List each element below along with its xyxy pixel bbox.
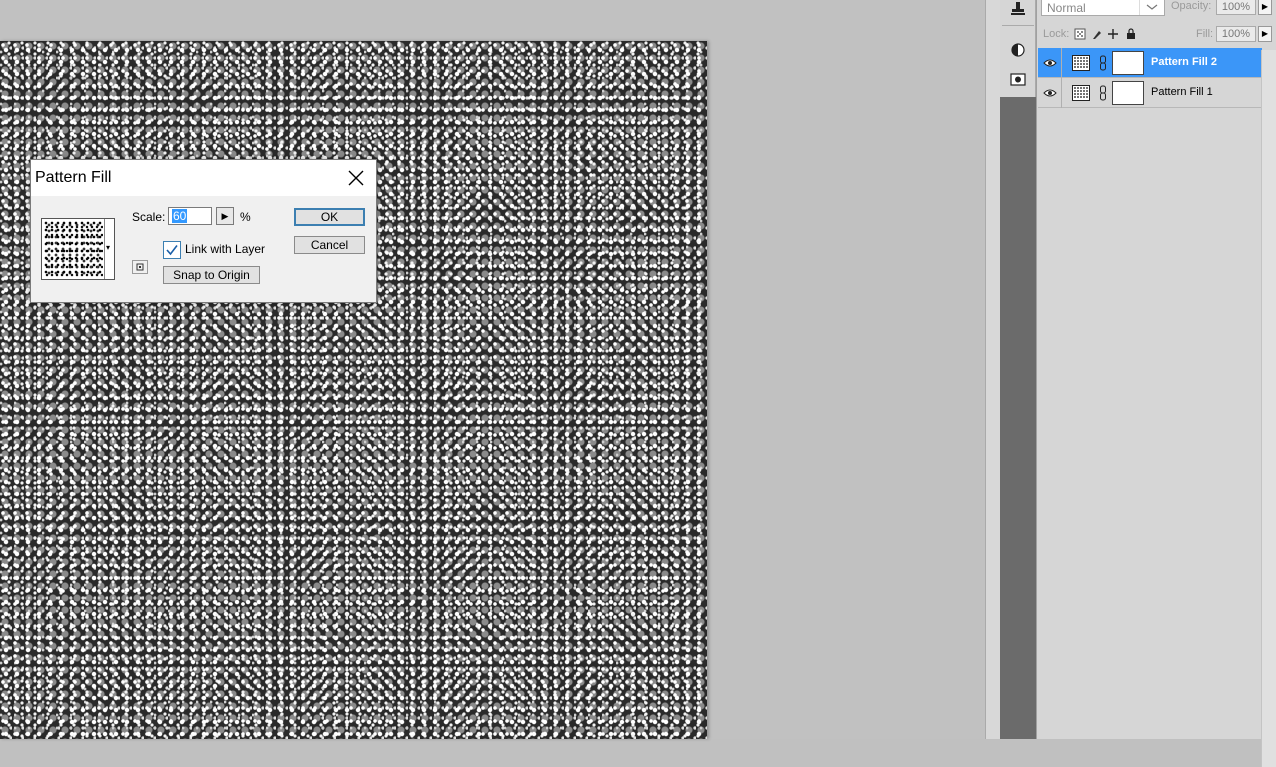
pattern-preview: [44, 221, 103, 277]
link-icon[interactable]: [1099, 55, 1107, 71]
dialog-title: Pattern Fill: [35, 169, 112, 186]
lock-label: Lock:: [1043, 28, 1070, 40]
pattern-fill-icon: [1072, 55, 1090, 71]
layer-row-pattern-fill-2[interactable]: Pattern Fill 2: [1038, 48, 1262, 78]
panel-collapse-strip: [985, 0, 1001, 739]
eye-icon[interactable]: [1043, 87, 1057, 99]
chevron-down-icon[interactable]: ▾: [106, 243, 110, 252]
link-with-layer-checkbox[interactable]: [163, 241, 181, 259]
ok-button[interactable]: OK: [294, 208, 365, 226]
link-icon[interactable]: [1099, 85, 1107, 101]
pattern-picker[interactable]: ▾: [41, 218, 115, 280]
cancel-button[interactable]: Cancel: [294, 236, 365, 254]
layer-mask-thumbnail[interactable]: [1112, 81, 1144, 105]
pattern-fill-dialog: Pattern Fill ▾ Scale: 60 ▶ % Link with L…: [30, 159, 377, 303]
scale-slider-button[interactable]: ▶: [216, 207, 234, 225]
checkmark-icon: [166, 245, 178, 256]
adjustment-icon[interactable]: [1009, 41, 1027, 59]
pattern-fill-icon: [1072, 85, 1090, 101]
close-icon[interactable]: [344, 166, 368, 190]
eye-icon[interactable]: [1043, 57, 1057, 69]
blend-mode-select[interactable]: Normal: [1041, 0, 1165, 16]
new-preset-icon[interactable]: [132, 260, 148, 274]
scale-input[interactable]: 60: [168, 207, 212, 225]
opacity-label: Opacity:: [1171, 0, 1212, 12]
layer-row-pattern-fill-1[interactable]: Pattern Fill 1: [1038, 78, 1262, 108]
layer-name[interactable]: Pattern Fill 1: [1151, 86, 1213, 98]
blend-mode-value: Normal: [1047, 1, 1086, 15]
layer-mask-thumbnail[interactable]: [1112, 51, 1144, 75]
camera-icon[interactable]: [1009, 70, 1027, 88]
stamp-icon[interactable]: [1009, 0, 1027, 18]
chevron-down-icon[interactable]: [1139, 0, 1164, 15]
lock-icons[interactable]: [1073, 28, 1137, 40]
layers-scrollbar[interactable]: [1261, 50, 1276, 767]
scale-value: 60: [172, 209, 188, 223]
opacity-input[interactable]: 100%: [1216, 0, 1256, 15]
pattern-canvas[interactable]: [0, 41, 707, 739]
fill-input[interactable]: 100%: [1216, 26, 1256, 42]
panel-dock: [1000, 0, 1036, 739]
dialog-titlebar[interactable]: Pattern Fill: [31, 160, 376, 196]
scale-label: Scale:: [132, 210, 166, 224]
layer-name[interactable]: Pattern Fill 2: [1151, 56, 1217, 68]
fill-label: Fill:: [1196, 28, 1214, 40]
snap-to-origin-button[interactable]: Snap to Origin: [163, 266, 260, 284]
link-with-layer-label: Link with Layer: [185, 242, 266, 256]
layers-panel: Normal Opacity: 100% ▶ Lock: Fill: 100% …: [1036, 0, 1276, 767]
document-workspace: [0, 0, 985, 739]
fill-slider-button[interactable]: ▶: [1258, 26, 1272, 42]
opacity-slider-button[interactable]: ▶: [1258, 0, 1272, 15]
scale-unit: %: [240, 210, 251, 224]
